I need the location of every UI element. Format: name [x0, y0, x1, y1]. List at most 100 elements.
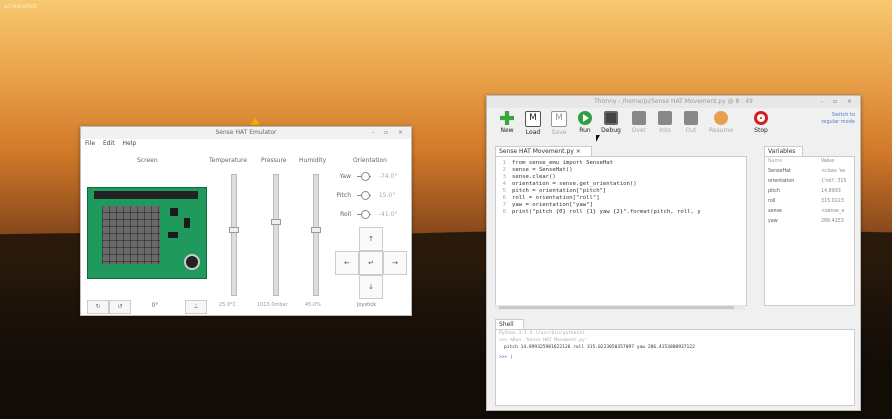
editor-tab[interactable]: Sense HAT Movement.py × — [495, 146, 592, 156]
code-editor[interactable]: 1 from sense_emu import SenseHat 2 sense =… — [495, 156, 747, 306]
humidity-value: 45.0% — [305, 302, 321, 308]
pressure-slider-thumb[interactable] — [271, 218, 281, 225]
resume-button[interactable]: Resume — [709, 111, 733, 134]
rotate-right-button[interactable]: ↻ — [87, 300, 109, 314]
roll-row: Roll -41.0° — [335, 209, 397, 221]
joystick-right-button[interactable]: → — [383, 251, 407, 275]
rotation-angle: 0° — [151, 302, 159, 309]
pressure-value: 1013.0mbar — [257, 302, 288, 308]
step-into-icon — [658, 111, 672, 125]
variables-panel: Name Value SenseHat <class 'se orientatio… — [764, 156, 855, 306]
variable-row[interactable]: sense <sense_e — [765, 207, 854, 217]
pitch-dial[interactable] — [356, 191, 371, 200]
flip-button[interactable]: ⊥ — [185, 300, 207, 314]
step-over-icon — [632, 111, 646, 125]
yaw-dial[interactable] — [356, 172, 371, 181]
switch-mode-link[interactable]: Switch to regular mode — [821, 112, 855, 126]
step-over-button[interactable]: Over — [627, 111, 651, 134]
code-line: 3 sense.clear() — [502, 174, 556, 180]
step-out-button[interactable]: Out — [679, 111, 703, 134]
sense-hat-emulator-window: Sense HAT Emulator - ▫ × File Edit Help … — [80, 126, 412, 316]
shell-python-version: Python 3.7.3 (/usr/bin/python3) — [499, 331, 585, 336]
load-label: Load — [525, 129, 541, 136]
variable-row[interactable]: roll 315.0223 — [765, 197, 854, 207]
gpio-header — [94, 191, 198, 199]
editor-horizontal-scrollbar[interactable] — [495, 305, 745, 310]
desktop-corner-label: screenshot — [4, 3, 37, 10]
load-icon: M — [525, 111, 541, 127]
emulator-titlebar[interactable]: Sense HAT Emulator - ▫ × — [81, 127, 411, 139]
joystick-knob-icon — [184, 254, 200, 270]
code-line: 6 roll = orientation["roll"] — [502, 195, 600, 201]
roll-dial[interactable] — [356, 210, 371, 219]
yaw-row: Yaw -74.0° — [335, 171, 397, 183]
menu-help[interactable]: Help — [123, 140, 137, 147]
joystick-left-button[interactable]: ← — [335, 251, 359, 275]
sense-hat-board-image — [87, 187, 207, 279]
load-button[interactable]: M Load — [521, 111, 545, 136]
temperature-value: 25.0°C — [219, 302, 237, 308]
temperature-slider[interactable] — [229, 174, 239, 296]
rotate-left-button[interactable]: ↺ — [109, 300, 131, 314]
shell-prompt[interactable]: >>> | — [496, 354, 854, 361]
screen-header: Screen — [137, 157, 158, 164]
variables-tab[interactable]: Variables — [764, 146, 803, 156]
variable-row[interactable]: pitch 14.8993 — [765, 187, 854, 197]
emulator-window-controls[interactable]: - ▫ × — [372, 127, 407, 139]
thonny-titlebar[interactable]: Thonny - /home/pi/Sense HAT Movement.py … — [487, 96, 860, 108]
scrollbar-thumb[interactable] — [499, 306, 734, 309]
shell-panel[interactable]: Python 3.7.3 (/usr/bin/python3) >>> %Run… — [495, 329, 855, 406]
plus-icon — [500, 111, 514, 125]
step-out-label: Out — [685, 127, 697, 134]
code-line: 7 yaw = orientation["yaw"] — [502, 202, 593, 208]
joystick-down-button[interactable]: ↓ — [359, 275, 383, 299]
pressure-header: Pressure — [261, 157, 287, 164]
variable-row[interactable]: SenseHat <class 'se — [765, 167, 854, 177]
emulator-bottom-bar: ↻ ↺ 0° ⊥ 25.0°C 1013.0mbar 45.0% Joystic… — [81, 297, 411, 315]
shell-output: pitch 14.899325981622126 roll 315.022305… — [504, 345, 695, 350]
board-chip — [168, 232, 178, 238]
variable-row[interactable]: yaw 286.4153 — [765, 217, 854, 227]
debug-icon — [604, 111, 618, 125]
stop-button[interactable]: Stop — [749, 111, 773, 134]
resume-label: Resume — [709, 127, 734, 134]
debug-label: Debug — [601, 127, 621, 134]
stop-label: Stop — [754, 127, 768, 134]
warning-triangle-icon — [250, 118, 260, 125]
shell-tab[interactable]: Shell — [495, 319, 524, 329]
menu-edit[interactable]: Edit — [103, 140, 115, 147]
new-label: New — [500, 127, 514, 134]
code-line: 4 orientation = sense.get_orientation() — [502, 181, 637, 187]
roll-label: Roll — [340, 211, 351, 218]
step-into-button[interactable]: Into — [653, 111, 677, 134]
step-into-label: Into — [659, 127, 671, 134]
emulator-menubar: File Edit Help — [81, 139, 411, 149]
switch-mode-line1: Switch to — [831, 112, 855, 118]
pitch-label: Pitch — [336, 192, 351, 199]
led-matrix — [102, 206, 160, 264]
humidity-header: Humidity — [299, 157, 327, 164]
joystick-center-button[interactable]: ↵ — [359, 251, 383, 275]
pressure-slider[interactable] — [271, 174, 281, 296]
variable-row[interactable]: orientation {'roll': 315 — [765, 177, 854, 187]
thonny-window: Thonny - /home/pi/Sense HAT Movement.py … — [486, 95, 861, 411]
run-label: Run — [579, 127, 591, 134]
temperature-slider-thumb[interactable] — [229, 227, 239, 233]
new-button[interactable]: New — [495, 111, 519, 134]
menu-file[interactable]: File — [85, 140, 95, 147]
step-out-icon — [684, 111, 698, 125]
thonny-title: Thonny - /home/pi/Sense HAT Movement.py … — [594, 98, 753, 105]
humidity-slider-thumb[interactable] — [311, 227, 321, 233]
humidity-slider[interactable] — [311, 174, 321, 296]
save-icon: M — [551, 111, 567, 127]
pitch-value: 15.0° — [378, 192, 396, 199]
joystick-up-button[interactable]: ↑ — [359, 227, 383, 251]
run-button[interactable]: Run — [573, 111, 597, 134]
save-button[interactable]: M Save — [547, 111, 571, 136]
mouse-pointer-icon — [596, 135, 600, 142]
switch-mode-line2: regular mode — [821, 119, 855, 125]
code-line: 8 print("pitch {0} roll {1} yaw {2}".form… — [502, 209, 701, 215]
debug-button[interactable]: Debug — [599, 111, 623, 134]
thonny-window-controls[interactable]: - ▫ × — [821, 96, 856, 108]
thonny-toolbar: New M Load M Save Run Debug Over Into Ou… — [487, 108, 860, 138]
